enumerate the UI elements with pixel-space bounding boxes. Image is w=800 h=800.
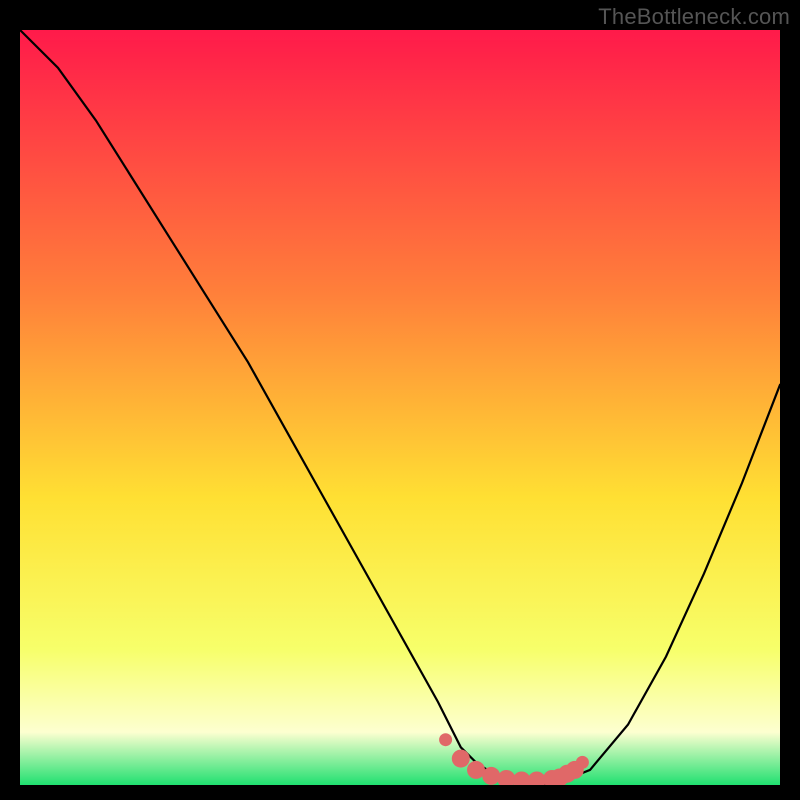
chart-svg <box>20 30 780 785</box>
marker-dot <box>482 767 500 785</box>
marker-dot <box>452 750 470 768</box>
marker-dot <box>439 733 452 746</box>
watermark-text: TheBottleneck.com <box>598 4 790 30</box>
plot-area <box>20 30 780 785</box>
gradient-background <box>20 30 780 785</box>
marker-dot <box>576 756 589 769</box>
chart-frame: TheBottleneck.com <box>0 0 800 800</box>
